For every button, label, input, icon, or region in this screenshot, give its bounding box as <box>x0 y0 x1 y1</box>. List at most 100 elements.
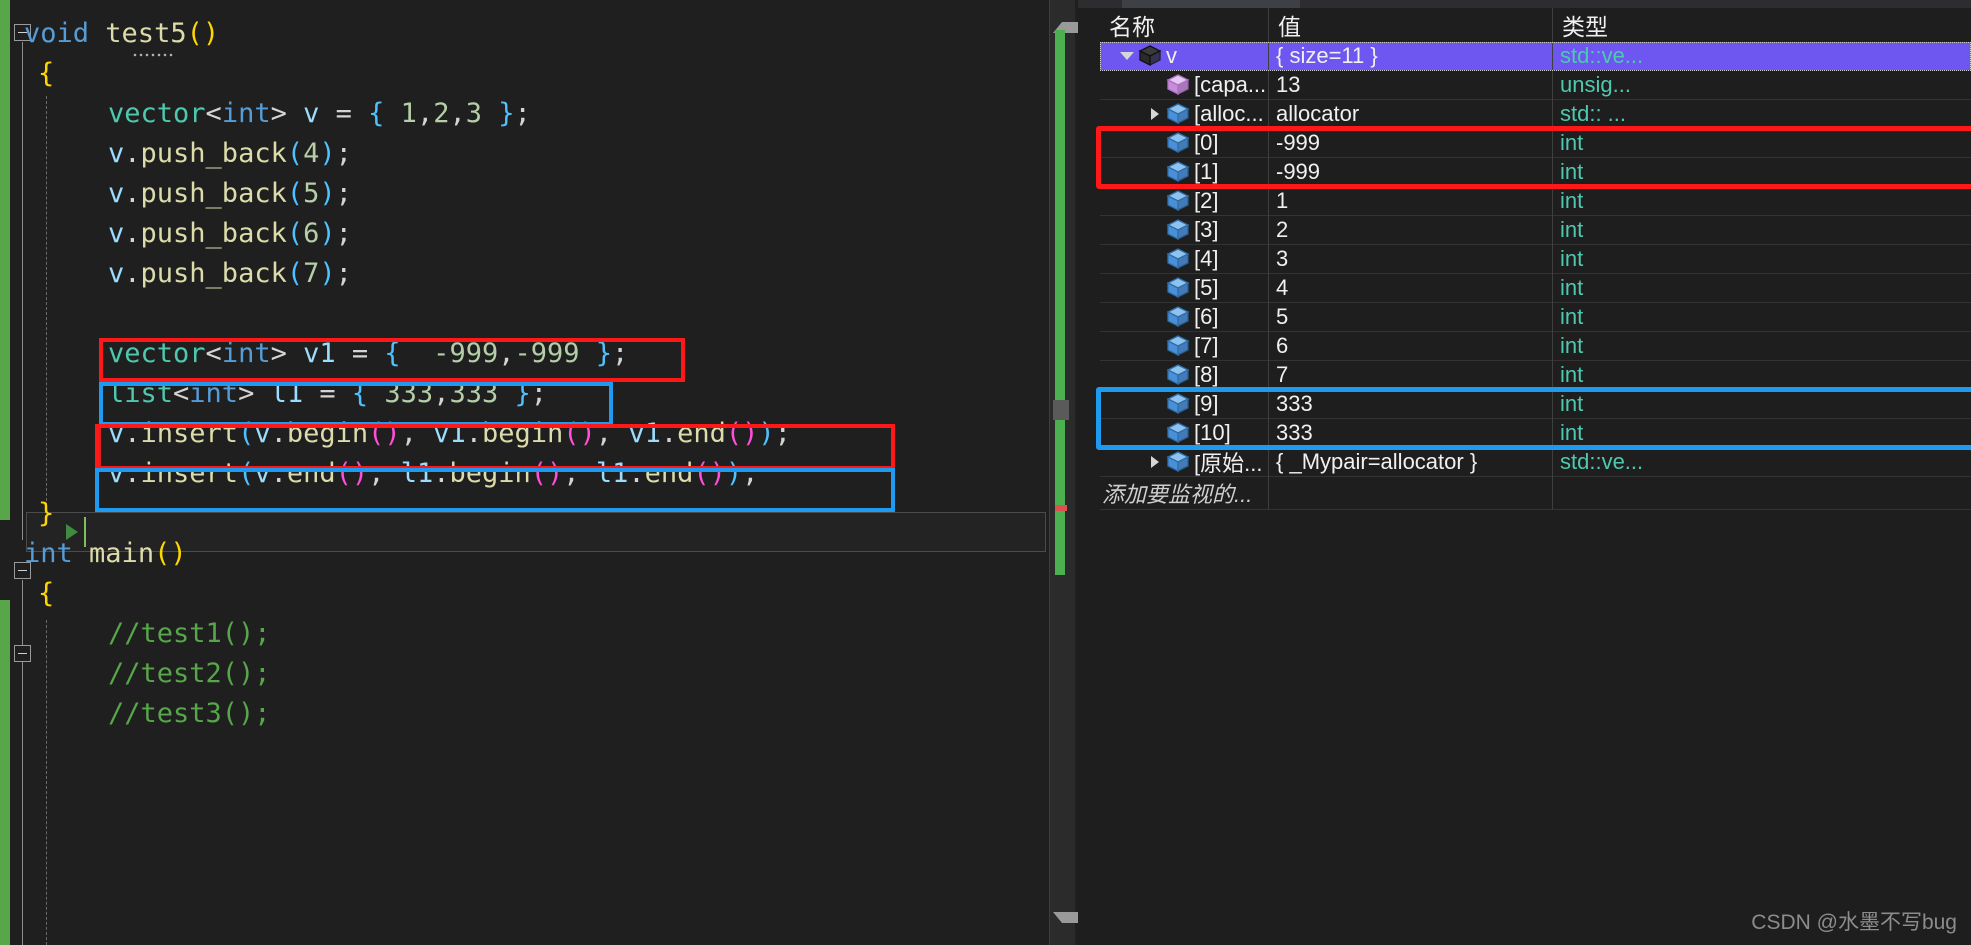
code-line[interactable]: v.push_back(4); <box>108 134 352 174</box>
code-line[interactable]: void test5() <box>24 14 219 54</box>
watch-tab-stub[interactable] <box>1122 0 1300 8</box>
watch-value-cell[interactable]: 6 <box>1269 332 1552 361</box>
watch-row[interactable]: [capa... 13 unsig... <box>1100 70 1971 100</box>
code-token: . <box>124 178 141 209</box>
code-token: > <box>238 378 271 409</box>
watch-row[interactable]: [2] 1 int <box>1100 186 1971 216</box>
watch-value-cell[interactable]: allocator <box>1269 100 1552 129</box>
watch-row[interactable]: [alloc... allocator std:: ... <box>1100 99 1971 129</box>
add-watch-value-cell[interactable] <box>1269 477 1552 509</box>
watch-row[interactable]: [0] -999 int <box>1100 128 1971 158</box>
code-line[interactable]: v.insert(v.end(), l1.begin(), l1.end()); <box>108 454 758 494</box>
watch-row[interactable]: [7] 6 int <box>1100 331 1971 361</box>
watch-value-cell[interactable]: 333 <box>1269 390 1552 419</box>
code-token: v1 <box>628 418 661 449</box>
code-token: , <box>433 378 450 409</box>
expander-collapse-icon[interactable] <box>1116 42 1138 71</box>
column-header-value[interactable]: 值 <box>1269 8 1552 42</box>
column-header-name[interactable]: 名称 <box>1100 8 1268 42</box>
watch-name-cell[interactable]: [5] <box>1100 274 1268 303</box>
code-line[interactable]: int main() <box>24 534 187 574</box>
editor-vertical-scrollbar[interactable] <box>1049 0 1089 945</box>
watch-row[interactable]: [3] 2 int <box>1100 215 1971 245</box>
watch-row[interactable]: [1] -999 int <box>1100 157 1971 187</box>
code-token: int <box>221 98 271 129</box>
watch-name-cell[interactable]: [原始... <box>1100 448 1268 477</box>
watch-name-cell[interactable]: [2] <box>1100 187 1268 216</box>
watch-row[interactable]: v { size=11 } std::ve... <box>1100 41 1971 71</box>
watch-name-cell[interactable]: [alloc... <box>1100 100 1268 129</box>
watch-row[interactable]: [6] 5 int <box>1100 302 1971 332</box>
watch-name-cell[interactable]: [9] <box>1100 390 1268 419</box>
watch-value-cell[interactable]: -999 <box>1269 158 1552 187</box>
code-token: int <box>24 538 73 569</box>
code-token: insert <box>140 418 239 449</box>
scrollbar-thumb[interactable] <box>1053 400 1069 420</box>
code-text[interactable]: void test5(){vector<int> v = { 1,2,3 }; v… <box>0 0 1060 945</box>
expander-expand-icon[interactable] <box>1144 100 1166 129</box>
watch-value-cell[interactable]: -999 <box>1269 129 1552 158</box>
watch-value-cell[interactable]: 333 <box>1269 419 1552 448</box>
code-token: void <box>24 18 90 49</box>
watch-value-cell[interactable]: 1 <box>1269 187 1552 216</box>
watch-value-cell[interactable]: 4 <box>1269 274 1552 303</box>
watch-row[interactable]: [10] 333 int <box>1100 418 1971 448</box>
watch-value-cell[interactable]: 7 <box>1269 361 1552 390</box>
watch-name-cell[interactable]: [0] <box>1100 129 1268 158</box>
watch-window-pane[interactable]: 名称 值 类型 v{ size=11 } std::ve... [capa... 13… <box>1078 0 1971 945</box>
watch-name-cell[interactable]: v <box>1100 42 1268 71</box>
watch-name-cell[interactable]: [6] <box>1100 303 1268 332</box>
watch-grid[interactable]: 名称 值 类型 v{ size=11 } std::ve... [capa... 13… <box>1096 8 1971 510</box>
code-line[interactable]: { <box>38 574 54 614</box>
code-line[interactable]: v.insert(v.begin(), v1.begin(), v1.end()… <box>108 414 791 454</box>
watch-value-cell[interactable]: 5 <box>1269 303 1552 332</box>
watch-name-cell[interactable]: [1] <box>1100 158 1268 187</box>
watch-toolbar-strip <box>1078 0 1971 8</box>
watch-row[interactable]: [8] 7 int <box>1100 360 1971 390</box>
code-token: ( <box>725 418 743 449</box>
code-token: . <box>270 458 287 489</box>
watch-row[interactable]: [5] 4 int <box>1100 273 1971 303</box>
code-line[interactable]: //test2(); <box>108 654 271 694</box>
cube-blue-icon <box>1166 363 1190 387</box>
add-watch-row[interactable]: 添加要监视的... <box>1100 477 1971 510</box>
code-line[interactable]: //test1(); <box>108 614 271 654</box>
code-token: begin <box>481 418 564 449</box>
column-header-type[interactable]: 类型 <box>1553 8 1668 42</box>
code-token: ) <box>725 458 743 489</box>
watch-value-cell[interactable]: 2 <box>1269 216 1552 245</box>
add-watch-placeholder[interactable]: 添加要监视的... <box>1100 477 1268 509</box>
code-token: < <box>205 98 222 129</box>
code-line[interactable]: //test3(); <box>108 694 271 734</box>
watch-name-cell[interactable]: [7] <box>1100 332 1268 361</box>
watch-name-cell[interactable]: [10] <box>1100 419 1268 448</box>
code-token: 6 <box>303 218 320 249</box>
code-token: l1 <box>270 378 304 409</box>
code-editor-pane[interactable]: void test5(){vector<int> v = { 1,2,3 }; v… <box>0 0 1100 945</box>
watch-name-cell[interactable]: [4] <box>1100 245 1268 274</box>
watch-name-cell[interactable]: [capa... <box>1100 71 1268 100</box>
watch-row[interactable]: [原始...{ _Mypair=allocator } std::ve... <box>1100 447 1971 477</box>
add-watch-type-cell[interactable] <box>1553 477 1668 509</box>
watch-value-cell[interactable]: 3 <box>1269 245 1552 274</box>
code-line[interactable]: vector<int> v1 = { -999,-999 }; <box>108 334 628 374</box>
watch-type-cell: int <box>1560 130 1584 155</box>
watch-name-cell[interactable]: [8] <box>1100 361 1268 390</box>
code-line[interactable]: v.push_back(7); <box>108 254 352 294</box>
code-line[interactable]: { <box>38 54 54 94</box>
watch-value-cell[interactable]: { size=11 } <box>1269 42 1552 71</box>
code-token: 1 <box>384 98 417 129</box>
watch-row[interactable]: [4] 3 int <box>1100 244 1971 274</box>
code-line[interactable]: v.push_back(6); <box>108 214 352 254</box>
watch-rows[interactable]: v{ size=11 } std::ve... [capa... 13 unsig...… <box>1100 41 1971 477</box>
watch-value-cell[interactable]: { _Mypair=allocator } <box>1269 448 1552 477</box>
expander-expand-icon[interactable] <box>1144 448 1166 477</box>
watch-name-cell[interactable]: [3] <box>1100 216 1268 245</box>
code-line[interactable]: } <box>38 494 54 534</box>
code-line[interactable]: vector<int> v = { 1,2,3 }; <box>108 94 531 134</box>
watch-value-cell[interactable]: 13 <box>1269 71 1552 100</box>
code-line[interactable]: list<int> l1 = { 333,333 }; <box>108 374 547 414</box>
watch-row[interactable]: [9] 333 int <box>1100 389 1971 419</box>
code-line[interactable]: v.push_back(5); <box>108 174 352 214</box>
code-token: ; <box>335 178 352 209</box>
